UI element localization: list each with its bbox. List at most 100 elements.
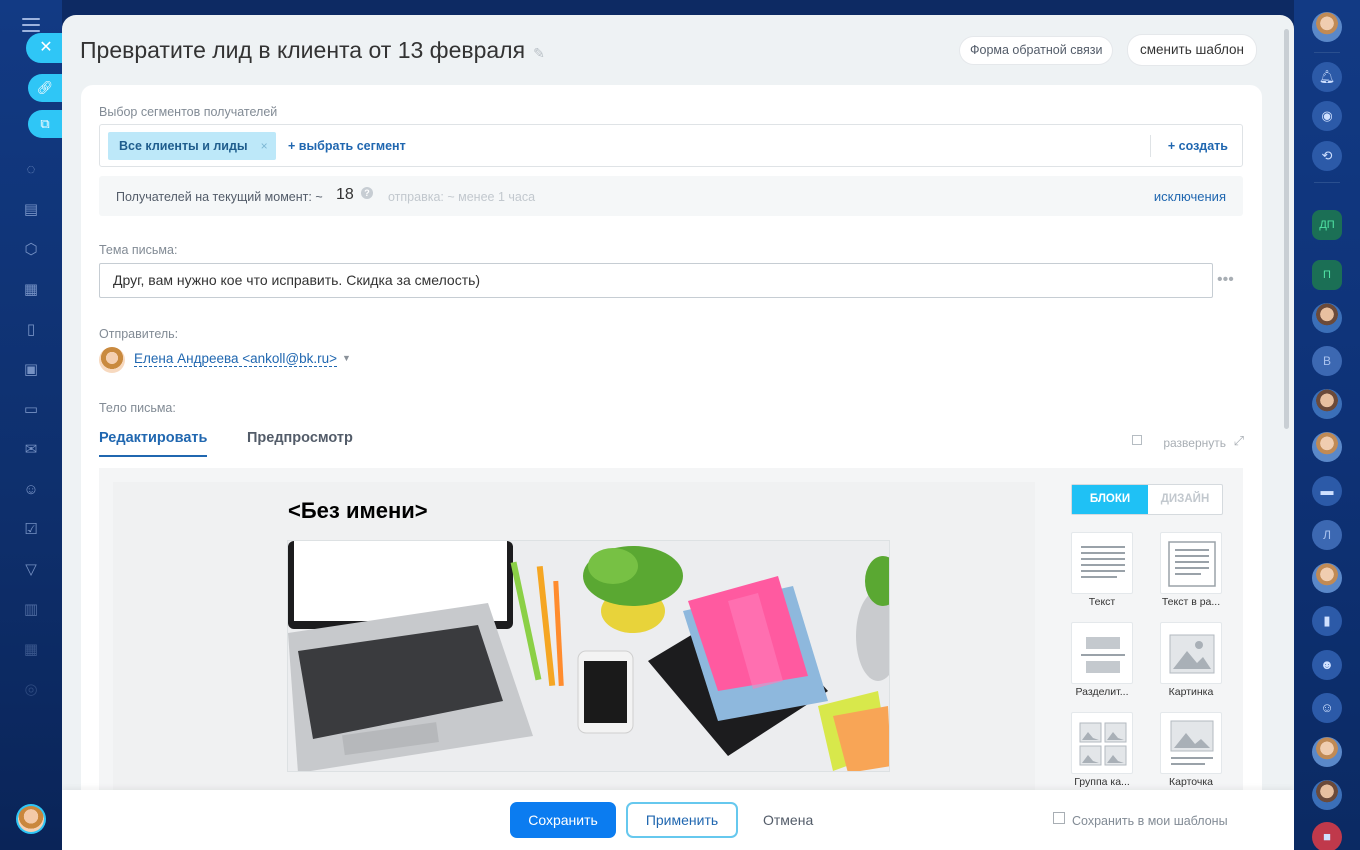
open-new-window-button[interactable]: ⧉ [28,110,62,138]
save-template-label[interactable]: Сохранить в мои шаблоны [1072,814,1228,828]
recipients-label: Получателей на текущий момент: ~ [116,190,323,204]
boxed-text-block-icon [1168,541,1216,587]
block-card[interactable] [1160,712,1222,774]
chevron-down-icon[interactable]: ▼ [342,353,351,363]
bot-icon[interactable]: ☻ [1312,650,1342,680]
image-group-block-icon [1079,722,1127,766]
block-text[interactable] [1071,532,1133,594]
drive-icon[interactable]: ▭ [21,400,41,420]
pencil-icon[interactable]: ✎ [533,45,545,62]
tasks-icon[interactable]: ☑ [21,520,41,540]
chat-group-icon[interactable]: ▬ [1312,476,1342,506]
create-segment-link[interactable]: + создать [1168,139,1228,153]
copy-link-button[interactable]: 🔗︎ [28,74,62,102]
segments-selector[interactable]: Все клиенты и лиды × + выбрать сегмент +… [99,124,1243,167]
chat-icon[interactable]: ◌ [21,160,41,180]
hexagon-icon[interactable]: ⬡ [21,240,41,260]
mailing-editor-panel: Превратите лид в клиента от 13 февраля ✎ … [62,15,1294,850]
block-label: Группа ка... [1074,776,1130,788]
recipients-count: 18 [336,186,354,203]
board-icon[interactable]: ▣ [21,360,41,380]
block-label: Разделит... [1075,686,1129,698]
external-link-icon: ⧉ [40,116,50,131]
contact-dp[interactable]: ДП [1312,210,1342,240]
more-options-icon[interactable]: ••• [1217,271,1234,289]
notifications-icon[interactable]: 🔔︎ [1312,62,1342,92]
tab-blocks[interactable]: БЛОКИ [1072,485,1148,514]
email-editor: <Без имени> БЛОКИ ДИЗАЙН Текст Текст в р… [99,468,1243,812]
contact-avatar[interactable] [1312,389,1342,419]
recipients-bar: Получателей на текущий момент: ~ 18 ? от… [99,176,1243,216]
expand-link[interactable]: развернуть [1163,436,1226,450]
blocks-design-toggle[interactable]: БЛОКИ ДИЗАЙН [1071,484,1223,515]
filter-icon[interactable]: ▽ [21,560,41,580]
close-slider-button[interactable]: ✕ [26,33,62,63]
right-sidebar: 🔔︎ ◉ ⟲ ДП П В ▬ Л ▮ ☻ ☺ ■ [1294,0,1360,850]
contact-avatar[interactable] [1312,563,1342,593]
text-block-icon [1081,546,1125,578]
scrollbar[interactable] [1284,29,1289,429]
expand-icon[interactable]: ⤢ [1234,433,1244,449]
block-boxed-text[interactable] [1160,532,1222,594]
segment-tag[interactable]: Все клиенты и лиды × [108,132,276,160]
save-button[interactable]: Сохранить [510,802,616,838]
feedback-form-button[interactable]: Форма обратной связи [960,37,1113,64]
desk-illustration [288,541,889,771]
block-label: Текст в ра... [1161,596,1221,608]
block-image[interactable] [1160,622,1222,684]
block-label: Текст [1088,596,1116,608]
document-icon[interactable]: ▯ [21,320,41,340]
calendar-icon[interactable]: ▦ [21,280,41,300]
cart-icon[interactable]: ▥ [21,600,41,620]
form-card: Выбор сегментов получателей Все клиенты … [81,85,1262,812]
sender-label: Отправитель: [99,327,179,341]
contact-avatar[interactable] [1312,432,1342,462]
contact-v[interactable]: В [1312,346,1342,376]
contact-l[interactable]: Л [1312,520,1342,550]
close-icon: ✕ [39,39,53,56]
add-segment-link[interactable]: + выбрать сегмент [288,139,406,153]
profile-avatar[interactable] [1312,12,1342,42]
page-title-text: Превратите лид в клиента от 13 февраля [80,37,526,63]
block-divider[interactable] [1071,622,1133,684]
contact-avatar[interactable] [1312,737,1342,767]
mail-icon[interactable]: ✉ [21,440,41,460]
contact-avatar[interactable] [1312,303,1342,333]
left-sidebar: ✕ 🔗︎ ⧉ ◌ ▤ ⬡ ▦ ▯ ▣ ▭ ✉ ☺ ☑ ▽ ▥ ▦ ◎ [0,0,62,850]
divider-block-icon [1081,637,1125,673]
segment-tag-label: Все клиенты и лиды [119,139,248,153]
footer-bar: Сохранить Применить Отмена Сохранить в м… [62,790,1294,850]
email-title[interactable]: <Без имени> [288,498,428,524]
cancel-button[interactable]: Отмена [763,812,813,828]
email-canvas: <Без имени> [113,482,1035,812]
user-avatar[interactable] [16,804,46,834]
group-icon[interactable]: ☺ [1312,693,1342,723]
contact-p[interactable]: П [1312,260,1342,290]
more-icon[interactable]: ◎ [21,680,41,700]
apply-button[interactable]: Применить [626,802,738,838]
video-icon[interactable]: ■ [1312,822,1342,850]
open-lines-icon[interactable]: ⟲ [1312,141,1342,171]
subject-input[interactable]: Друг, вам нужно кое что исправить. Скидк… [99,263,1213,298]
block-image-group[interactable] [1071,712,1133,774]
sender-select[interactable]: Елена Андреева <ankoll@bk.ru> [134,351,338,367]
contacts-icon[interactable]: ☺ [21,480,41,500]
email-hero-image[interactable] [287,540,890,772]
tab-design[interactable]: ДИЗАЙН [1148,485,1222,514]
bookmark-icon[interactable]: ▮ [1312,606,1342,636]
save-template-checkbox[interactable] [1053,812,1065,824]
store-icon[interactable]: ▦ [21,640,41,660]
tab-edit[interactable]: Редактировать [99,430,208,457]
divider [1150,135,1151,157]
contact-avatar[interactable] [1312,780,1342,810]
fingerprint-icon[interactable]: ◉ [1312,101,1342,131]
switch-template-button[interactable]: сменить шаблон [1128,35,1256,65]
remove-tag-icon[interactable]: × [261,132,268,160]
copy-icon [1132,435,1142,445]
feed-icon[interactable]: ▤ [21,200,41,220]
menu-icon[interactable] [22,18,40,32]
subject-label: Тема письма: [99,243,178,257]
tab-preview[interactable]: Предпросмотр [247,430,353,446]
exclusions-link[interactable]: исключения [1154,189,1226,204]
help-icon[interactable]: ? [361,187,373,199]
